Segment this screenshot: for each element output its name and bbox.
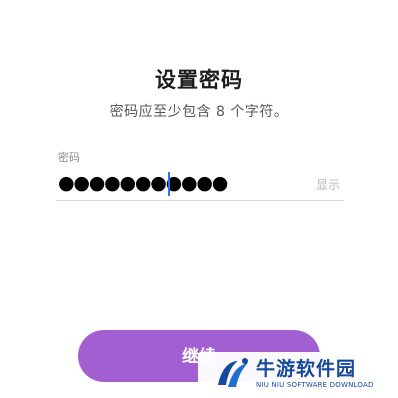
show-password-toggle[interactable]: 显示 <box>316 176 340 193</box>
password-masked-value[interactable]: ●●●●●●●●●●● <box>58 170 228 196</box>
watermark: 牛游软件园 NIU NIU SOFTWARE DOWNLOAD <box>198 352 398 398</box>
watermark-title: 牛游软件园 <box>256 358 357 380</box>
set-password-screen: 设置密码 密码应至少包含 8 个字符。 密码 ●●●●●●●●●●● 显示 继续… <box>0 0 398 398</box>
page-subtitle: 密码应至少包含 8 个字符。 <box>109 104 289 120</box>
page-title: 设置密码 <box>155 68 243 92</box>
password-field[interactable]: ●●●●●●●●●●● 显示 <box>56 168 344 201</box>
text-cursor <box>168 172 170 196</box>
watermark-subtitle: NIU NIU SOFTWARE DOWNLOAD <box>256 381 374 389</box>
watermark-logo-icon <box>218 358 248 387</box>
password-field-label: 密码 <box>58 151 80 164</box>
